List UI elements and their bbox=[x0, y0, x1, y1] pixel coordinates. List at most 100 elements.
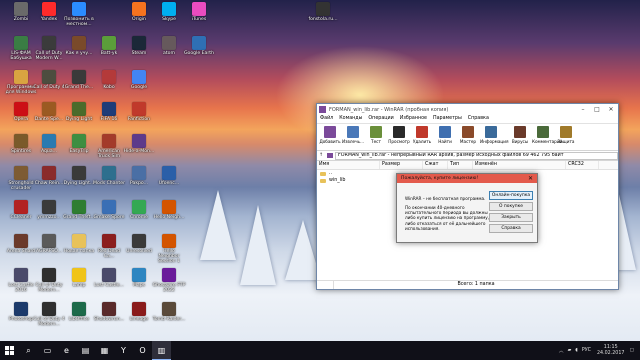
desktop-shortcut[interactable]: Новая папка bbox=[62, 234, 96, 254]
toolbar-button[interactable]: Тест bbox=[365, 126, 387, 144]
title-bar[interactable]: FORMAN_win_lib.rar - WinRAR (пробная коп… bbox=[317, 104, 618, 115]
desktop-shortcut[interactable]: Shadowrun... bbox=[92, 302, 126, 322]
desktop-shortcut[interactable]: EasyTrip bbox=[62, 134, 96, 154]
clock[interactable]: 11:15 24.02.2017 bbox=[597, 345, 624, 357]
desktop-shortcut[interactable]: Lineage bbox=[122, 302, 156, 322]
buy-online-button[interactable]: Онлайн-покупка bbox=[489, 191, 533, 200]
store-icon[interactable]: ▦ bbox=[95, 341, 114, 360]
desktop-shortcut[interactable]: AGRAFSO... bbox=[32, 234, 66, 254]
desktop-shortcut[interactable]: Hello Neigh... bbox=[152, 200, 186, 220]
desktop-shortcut[interactable]: Ufoenc... bbox=[152, 166, 186, 186]
help-button[interactable]: Справка bbox=[489, 224, 533, 233]
desktop-shortcut[interactable]: Chaw Rein... bbox=[32, 166, 66, 186]
desktop-shortcut[interactable]: Google bbox=[122, 70, 156, 90]
desktop-shortcut[interactable]: Hide-a-Mon... bbox=[122, 134, 156, 154]
desktop-shortcut[interactable]: FIFA 16 bbox=[92, 102, 126, 122]
desktop-shortcut[interactable]: Tomb Raider... bbox=[152, 302, 186, 322]
up-arrow-icon[interactable]: ↑ bbox=[319, 153, 327, 158]
tray-up-icon[interactable]: ︿ bbox=[559, 347, 564, 354]
task-view-icon[interactable]: ▭ bbox=[38, 341, 57, 360]
network-icon[interactable]: ▰ bbox=[568, 348, 572, 353]
opera-taskbar-icon[interactable]: O bbox=[133, 341, 152, 360]
desktop-shortcut[interactable]: Gmake Spore bbox=[92, 200, 126, 220]
toolbar-button[interactable]: Защита bbox=[555, 126, 577, 144]
yandex-taskbar-icon[interactable]: Y bbox=[114, 341, 133, 360]
desktop-shortcut[interactable]: Grand Theft... bbox=[62, 200, 96, 220]
column-header-cell[interactable]: CRC32 bbox=[566, 161, 599, 169]
maximize-button[interactable]: □ bbox=[590, 106, 604, 113]
desktop-shortcut[interactable]: Call of Duty 4 bbox=[32, 70, 66, 90]
desktop-shortcut[interactable]: Maps bbox=[122, 268, 156, 288]
menu-item[interactable]: Команды bbox=[339, 115, 362, 123]
desktop-shortcut[interactable]: Mods Chanter bbox=[92, 166, 126, 186]
desktop-shortcut[interactable]: Batt-yk bbox=[92, 36, 126, 56]
menu-item[interactable]: Справка bbox=[468, 115, 489, 123]
desktop-shortcut[interactable]: LibOffice bbox=[62, 302, 96, 322]
toolbar-button[interactable]: Вирусы bbox=[509, 126, 531, 144]
desktop-shortcut[interactable]: Как я учу... bbox=[62, 36, 96, 56]
menu-item[interactable]: Параметры bbox=[433, 115, 462, 123]
desktop-shortcut[interactable]: iTunes bbox=[182, 2, 216, 22]
column-header-cell[interactable]: Имя bbox=[317, 161, 380, 169]
desktop-shortcut[interactable]: Call of Duty Modern W... bbox=[32, 36, 66, 61]
toolbar-button[interactable]: Добавить bbox=[319, 126, 341, 144]
desktop-shortcut[interactable]: Lost Castle... bbox=[92, 268, 126, 288]
toolbar-button[interactable]: Комментарий bbox=[532, 126, 562, 144]
menu-item[interactable]: Операции bbox=[368, 115, 393, 123]
column-header-cell[interactable]: Тип bbox=[448, 161, 473, 169]
desktop-shortcut[interactable]: Call of Duty 4 Modern... bbox=[32, 302, 66, 327]
toolbar-button[interactable]: Извлечь... bbox=[342, 126, 364, 144]
close-button[interactable]: ✕ bbox=[604, 106, 618, 113]
desktop-shortcut[interactable]: Grand The... bbox=[62, 70, 96, 90]
desktop-shortcut[interactable]: Chrome bbox=[122, 200, 156, 220]
archive-path[interactable]: FORMAN_win_lib.rar - непрерывный RAR арх… bbox=[335, 151, 618, 160]
desktop-shortcut[interactable]: Aqua... bbox=[32, 134, 66, 154]
winrar-taskbar-icon[interactable]: ▥ bbox=[152, 341, 171, 360]
column-header-cell[interactable]: Изменён bbox=[473, 161, 566, 169]
desktop-shortcut[interactable]: Kobo bbox=[92, 70, 126, 90]
license-dialog[interactable]: Пожалуйста, купите лицензию! ✕ WinRAR – … bbox=[396, 173, 538, 243]
toolbar-button[interactable]: Информация bbox=[480, 126, 509, 144]
dialog-title-bar[interactable]: Пожалуйста, купите лицензию! ✕ bbox=[397, 174, 537, 183]
desktop-shortcut[interactable]: American Truck Sim bbox=[92, 134, 126, 159]
desktop-shortcut[interactable]: Google Earth bbox=[182, 36, 216, 56]
toolbar-button[interactable]: Удалить bbox=[411, 126, 433, 144]
windows-start-icon[interactable] bbox=[0, 341, 19, 360]
volume-icon[interactable]: ◖ bbox=[575, 348, 578, 353]
desktop-shortcut[interactable]: Fanfiction bbox=[122, 102, 156, 122]
toolbar-button[interactable]: Мастер bbox=[457, 126, 479, 144]
desktop-shortcut[interactable]: Call of Duty Modern... bbox=[32, 268, 66, 293]
desktop-shortcut[interactable]: Dying Light... bbox=[62, 166, 96, 186]
search-icon[interactable]: ⌕ bbox=[19, 341, 38, 360]
desktop-shortcut[interactable]: Pakpo... bbox=[122, 166, 156, 186]
column-header-cell[interactable]: Сжат bbox=[423, 161, 448, 169]
edge-icon[interactable]: e bbox=[57, 341, 76, 360]
desktop-shortcut[interactable]: Yandex bbox=[32, 2, 66, 22]
desktop-shortcut[interactable]: Steam bbox=[122, 36, 156, 56]
about-purchase-button[interactable]: О покупке bbox=[489, 202, 533, 211]
desktop-shortcut[interactable]: Unresolved bbox=[122, 234, 156, 254]
desktop-shortcut[interactable]: atom bbox=[152, 36, 186, 56]
desktop-shortcut[interactable]: Lamp bbox=[62, 268, 96, 288]
desktop-shortcut[interactable]: Red Dead Ca... bbox=[92, 234, 126, 259]
menu-item[interactable]: Файл bbox=[320, 115, 333, 123]
notifications-icon[interactable]: ▢ bbox=[629, 348, 634, 353]
close-dialog-button[interactable]: Закрыть bbox=[489, 213, 533, 222]
desktop-shortcut[interactable]: fonstola.ru... bbox=[306, 2, 340, 22]
desktop-shortcut[interactable]: ymmzzo... bbox=[32, 200, 66, 220]
desktop-shortcut[interactable]: Позвонить в местном... bbox=[62, 2, 96, 27]
toolbar-button[interactable]: Найти bbox=[434, 126, 456, 144]
dialog-close-icon[interactable]: ✕ bbox=[528, 174, 533, 183]
desktop-shortcut[interactable]: Hello Neighbor Session 1 bbox=[152, 234, 186, 265]
column-header-cell[interactable]: Размер bbox=[380, 161, 423, 169]
desktop-shortcut[interactable]: Ghostwire FTP 2022 bbox=[152, 268, 186, 293]
desktop-shortcut[interactable]: Dante Spe... bbox=[32, 102, 66, 122]
desktop-shortcut[interactable]: Dying Light bbox=[62, 102, 96, 122]
desktop-shortcut[interactable]: Origin bbox=[122, 2, 156, 22]
toolbar-button[interactable]: Просмотр bbox=[388, 126, 410, 144]
language-indicator[interactable]: РУС bbox=[582, 348, 591, 353]
menu-item[interactable]: Избранное bbox=[400, 115, 427, 123]
desktop-shortcut[interactable]: Skype bbox=[152, 2, 186, 22]
minimize-button[interactable]: – bbox=[576, 106, 590, 113]
explorer-icon[interactable]: ▤ bbox=[76, 341, 95, 360]
